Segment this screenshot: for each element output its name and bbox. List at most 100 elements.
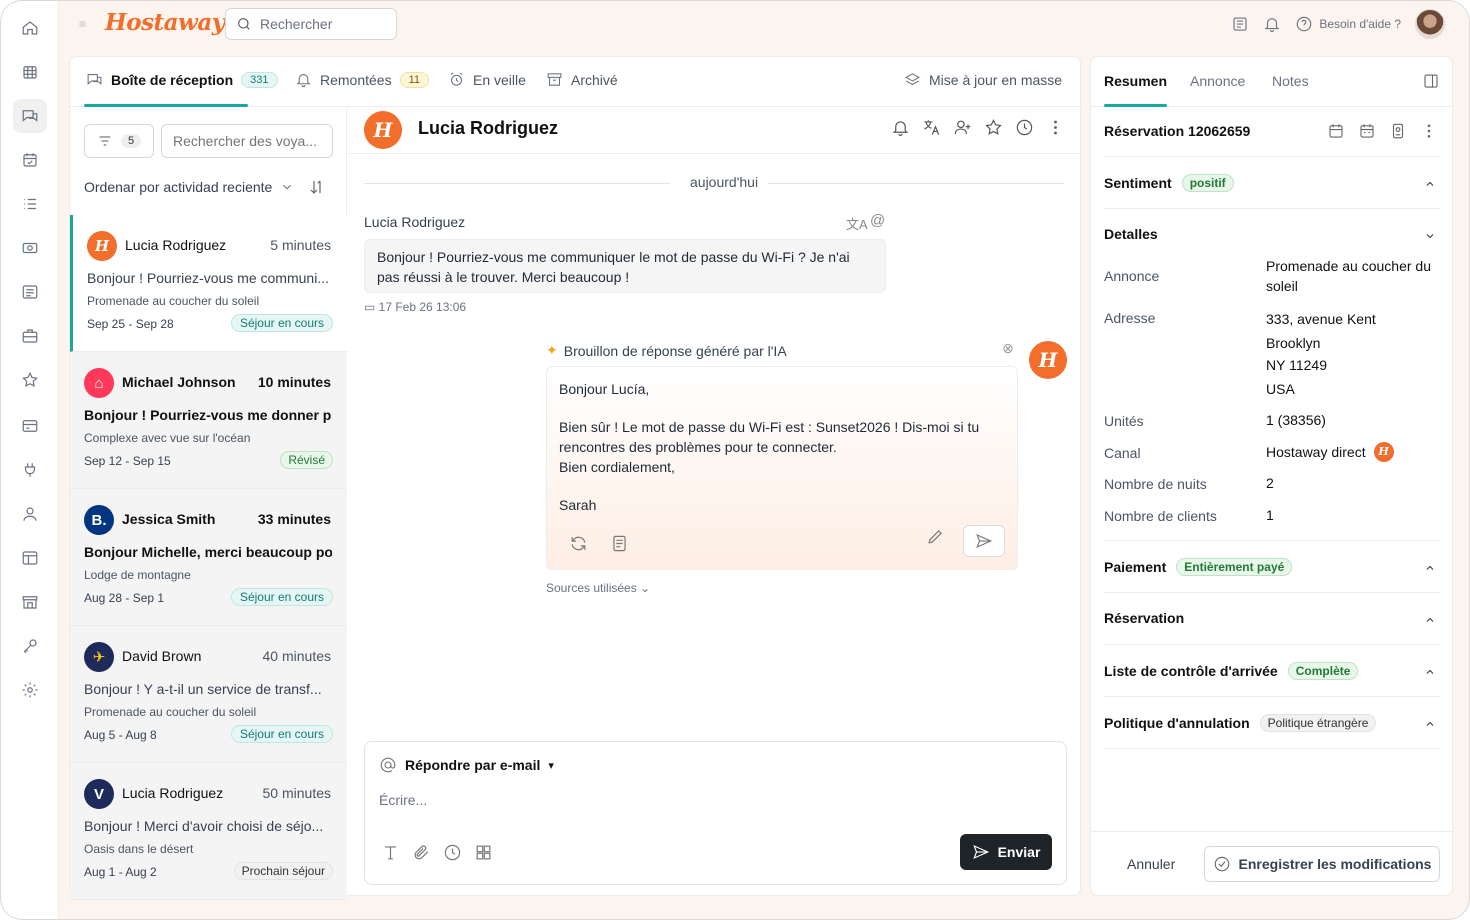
document-icon[interactable] (610, 534, 629, 553)
calendar-edit-icon[interactable] (1327, 122, 1345, 140)
star-icon[interactable] (13, 363, 47, 397)
tab-inbox[interactable]: Boîte de réception 331 (86, 71, 278, 88)
layout-icon[interactable] (13, 541, 47, 575)
send-label: Enviar (997, 844, 1041, 860)
newspaper-icon[interactable] (1231, 15, 1249, 33)
calendar-check-icon[interactable] (13, 143, 47, 177)
translate-icon[interactable] (922, 118, 941, 137)
bell-icon[interactable] (891, 118, 910, 137)
email-icon: ▭ (364, 300, 379, 314)
schedule-clock-icon[interactable] (443, 843, 462, 862)
conversation-item[interactable]: ✈ David Brown 40 minutes Bonjour ! Y a-t… (70, 626, 347, 763)
user-icon[interactable] (13, 497, 47, 531)
chevron-up-icon[interactable] (1424, 561, 1436, 577)
conversation-item[interactable]: V Lucia Rodriguez 50 minutes Bonjour ! M… (70, 763, 347, 900)
close-draft-icon[interactable]: ⊗ (1002, 340, 1014, 357)
sort-direction-icon[interactable] (308, 178, 326, 196)
shop-icon[interactable] (13, 585, 47, 619)
chevron-up-icon[interactable] (1424, 177, 1436, 193)
filter-button[interactable]: 5 (84, 124, 154, 158)
tab-archived[interactable]: Archivé (546, 71, 618, 88)
compose-input[interactable]: Écrire... (379, 792, 427, 808)
guest-name: David Brown (122, 648, 202, 664)
settings-gear-icon[interactable] (13, 673, 47, 707)
active-tab-indicator (84, 104, 248, 107)
plug-icon[interactable] (13, 453, 47, 487)
panel-layout-icon[interactable] (1422, 72, 1440, 93)
paperclip-icon[interactable] (412, 843, 431, 862)
property-name: Promenade au coucher du soleil (87, 294, 260, 308)
app-frame: ≡ Hostaway Rechercher Besoin d'aide ? Bo… (0, 0, 1470, 920)
tab-summary[interactable]: Resumen (1104, 73, 1167, 89)
credit-card-icon[interactable] (13, 409, 47, 443)
message-preview: Bonjour ! Y a-t-il un service de transf.… (84, 681, 322, 697)
sort-label: Ordenar por actividad reciente (84, 179, 273, 195)
templates-grid-icon[interactable] (474, 843, 493, 862)
send-button[interactable]: Enviar (960, 834, 1052, 870)
payment-section[interactable]: Paiement Entièrement payé (1104, 541, 1440, 593)
chevron-up-icon[interactable] (1424, 717, 1436, 733)
side-panel-footer: Annuler Enregistrer les modifications (1091, 831, 1454, 895)
reservation-section[interactable]: Réservation (1104, 593, 1440, 645)
snooze-clock-icon[interactable] (1015, 118, 1034, 137)
tab-listing[interactable]: Annonce (1190, 73, 1245, 89)
key-icon[interactable] (13, 629, 47, 663)
ai-draft-card[interactable]: Bonjour Lucía, Bien sûr ! Le mot de pass… (546, 366, 1018, 570)
chevron-down-icon[interactable] (1424, 229, 1436, 245)
help-link[interactable]: Besoin d'aide ? (1295, 15, 1401, 33)
guest-name: Lucia Rodriguez (122, 785, 224, 801)
guest-search-input[interactable] (161, 124, 333, 158)
money-icon[interactable] (13, 231, 47, 265)
bell-icon[interactable] (1263, 15, 1281, 33)
conversation-item[interactable]: ⌂ Michael Johnson 10 minutes Bonjour ! P… (70, 352, 347, 489)
alarm-clock-icon (450, 72, 463, 86)
regenerate-icon[interactable] (569, 534, 588, 553)
text-format-icon[interactable] (381, 843, 400, 862)
edit-pencil-icon[interactable] (926, 527, 945, 551)
briefcase-icon[interactable] (13, 319, 47, 353)
list-icon[interactable] (13, 187, 47, 221)
reservation-section-title: Réservation (1104, 610, 1185, 626)
sentiment-section[interactable]: Sentiment positif (1104, 157, 1440, 209)
document-list-icon[interactable] (13, 275, 47, 309)
home-icon[interactable] (13, 11, 47, 45)
cancellation-policy-section[interactable]: Politique d'annulation Politique étrangè… (1104, 697, 1440, 749)
reply-mode-dropdown[interactable]: Répondre par e-mail ▾ (379, 756, 554, 774)
collapse-menu-icon[interactable]: ≡ (79, 17, 86, 31)
brand-logo[interactable]: Hostaway (105, 9, 225, 36)
tab-escalations[interactable]: Remontées 11 (295, 71, 430, 88)
conversation-item[interactable]: B. Jessica Smith 33 minutes Bonjour Mich… (70, 489, 347, 626)
inbox-chat-icon[interactable] (13, 99, 47, 133)
help-circle-icon (1297, 16, 1312, 32)
more-vertical-icon[interactable] (1420, 122, 1438, 140)
sort-dropdown[interactable]: Ordenar por actividad reciente (84, 178, 334, 196)
send-draft-button[interactable] (963, 525, 1005, 557)
search-icon (238, 18, 250, 30)
add-user-icon[interactable] (953, 118, 972, 137)
chevron-up-icon[interactable] (1424, 665, 1436, 681)
global-search-input[interactable]: Rechercher (225, 8, 397, 40)
sources-dropdown[interactable]: Sources utilisées ⌄ (546, 581, 650, 595)
more-vertical-icon[interactable] (1046, 118, 1065, 137)
expedia-channel-icon: ✈ (84, 642, 114, 672)
bulk-update-button[interactable]: Mise à jour en masse (904, 71, 1062, 88)
bell-icon (296, 74, 311, 88)
id-badge-icon[interactable] (1389, 122, 1407, 140)
save-label: Enregistrer les modifications (1238, 856, 1432, 872)
conversation-item[interactable]: H Lucia Rodriguez 5 minutes Bonjour ! Po… (70, 215, 347, 352)
tab-notes[interactable]: Notes (1272, 73, 1309, 89)
detail-value-listing: Promenade au coucher du soleil (1266, 258, 1431, 294)
cancel-button[interactable]: Annuler (1127, 856, 1175, 872)
chevron-up-icon[interactable] (1424, 613, 1436, 629)
calendar-icon[interactable] (1358, 122, 1376, 140)
conversation-actions (891, 118, 1065, 137)
mention-icon[interactable]: @ (870, 212, 885, 229)
user-avatar[interactable] (1415, 9, 1445, 39)
star-icon[interactable] (984, 118, 1003, 137)
tab-snoozed[interactable]: En veille (448, 71, 526, 88)
calendar-grid-icon[interactable] (13, 55, 47, 89)
translate-message-icon[interactable]: 文A (846, 214, 868, 233)
save-changes-button[interactable]: Enregistrer les modifications (1204, 846, 1440, 882)
checkin-checklist-section[interactable]: Liste de contrôle d'arrivée Complète (1104, 645, 1440, 697)
checkin-label: Liste de contrôle d'arrivée (1104, 663, 1278, 679)
